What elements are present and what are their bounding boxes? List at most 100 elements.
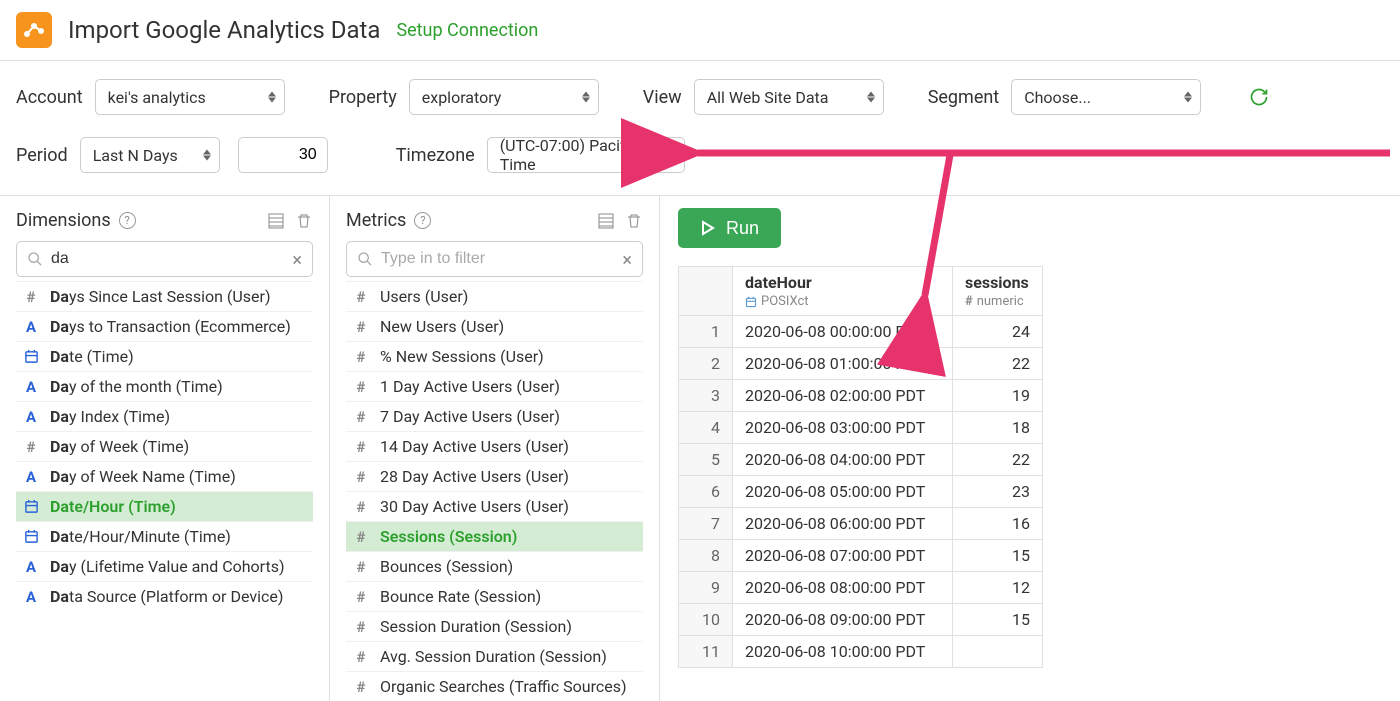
list-item[interactable]: # Sessions (Session) [346, 521, 643, 551]
item-label: 30 Day Active Users (User) [380, 497, 569, 516]
play-icon [700, 220, 716, 236]
cell-sessions: 23 [953, 476, 1043, 508]
refresh-icon[interactable] [1249, 87, 1269, 107]
cell-sessions: 22 [953, 444, 1043, 476]
item-label: Sessions (Session) [380, 527, 517, 546]
hash-icon: # [352, 558, 370, 576]
row-number: 10 [679, 604, 733, 636]
cell-datehour: 2020-06-08 05:00:00 PDT [733, 476, 953, 508]
metrics-search-input[interactable] [381, 250, 612, 268]
list-item[interactable]: #Avg. Session Duration (Session) [346, 641, 643, 671]
list-item[interactable]: #14 Day Active Users (User) [346, 431, 643, 461]
list-item[interactable]: #28 Day Active Users (User) [346, 461, 643, 491]
list-item[interactable]: A Day Index (Time) [16, 401, 313, 431]
dimensions-title: Dimensions [16, 210, 111, 231]
col-datehour-header[interactable]: dateHour POSIXct [733, 267, 953, 316]
item-label: Day of Week (Time) [50, 437, 189, 456]
timezone-label: Timezone [396, 145, 475, 166]
text-icon: A [22, 408, 40, 426]
property-label: Property [329, 87, 397, 108]
item-label: Avg. Session Duration (Session) [380, 647, 607, 666]
period-n-input[interactable] [238, 137, 328, 173]
item-label: 1 Day Active Users (User) [380, 377, 560, 396]
list-item[interactable]: #Session Duration (Session) [346, 611, 643, 641]
item-label: Date (Time) [50, 347, 134, 366]
list-item[interactable]: ADay of Week Name (Time) [16, 461, 313, 491]
list-item[interactable]: ADay of the month (Time) [16, 371, 313, 401]
list-item[interactable]: #7 Day Active Users (User) [346, 401, 643, 431]
cell-sessions: 24 [953, 316, 1043, 348]
list-item[interactable]: Date/Hour (Time) [16, 491, 313, 521]
row-number: 9 [679, 572, 733, 604]
dimensions-trash-icon[interactable] [295, 212, 313, 230]
cell-sessions [953, 636, 1043, 668]
cell-datehour: 2020-06-08 03:00:00 PDT [733, 412, 953, 444]
table-row: 72020-06-08 06:00:00 PDT16 [679, 508, 1043, 540]
list-item[interactable]: #Bounce Rate (Session) [346, 581, 643, 611]
list-item[interactable]: Date (Time) [16, 341, 313, 371]
table-row: 32020-06-08 02:00:00 PDT19 [679, 380, 1043, 412]
item-label: Day Index (Time) [50, 407, 170, 426]
item-label: Day (Lifetime Value and Cohorts) [50, 557, 285, 576]
hash-icon: # [352, 438, 370, 456]
item-label: Bounces (Session) [380, 557, 513, 576]
dimensions-list-icon[interactable] [267, 212, 285, 230]
list-item[interactable]: # Bounces (Session) [346, 551, 643, 581]
item-label: Users (User) [380, 287, 468, 306]
table-row: 62020-06-08 05:00:00 PDT23 [679, 476, 1043, 508]
list-item[interactable]: #New Users (User) [346, 311, 643, 341]
list-item[interactable]: ADay (Lifetime Value and Cohorts) [16, 551, 313, 581]
hash-icon: # [352, 378, 370, 396]
list-item[interactable]: # Users (User) [346, 281, 643, 311]
list-item[interactable]: #% New Sessions (User) [346, 341, 643, 371]
hash-icon: # [352, 588, 370, 606]
cell-sessions: 16 [953, 508, 1043, 540]
metrics-trash-icon[interactable] [625, 212, 643, 230]
dimensions-search[interactable]: × [16, 241, 313, 277]
setup-connection-link[interactable]: Setup Connection [396, 20, 538, 41]
cell-datehour: 2020-06-08 04:00:00 PDT [733, 444, 953, 476]
list-item[interactable]: #30 Day Active Users (User) [346, 491, 643, 521]
table-row: 12020-06-08 00:00:00 PDT24 [679, 316, 1043, 348]
timezone-select[interactable]: (UTC-07:00) Pacific Time [487, 137, 685, 173]
item-label: Days Since Last Session (User) [50, 287, 271, 306]
list-item[interactable]: #1 Day Active Users (User) [346, 371, 643, 401]
row-number: 6 [679, 476, 733, 508]
view-select[interactable]: All Web Site Data [694, 79, 884, 115]
item-label: Date/Hour/Minute (Time) [50, 527, 231, 546]
list-item[interactable]: ADays to Transaction (Ecommerce) [16, 311, 313, 341]
cell-sessions: 15 [953, 604, 1043, 636]
hash-icon: # [22, 288, 40, 306]
metrics-list-icon[interactable] [597, 212, 615, 230]
segment-select[interactable]: Choose... [1011, 79, 1201, 115]
text-icon: A [22, 468, 40, 486]
period-select[interactable]: Last N Days [80, 137, 220, 173]
hash-icon: # [352, 528, 370, 546]
account-select[interactable]: kei's analytics [95, 79, 285, 115]
cell-datehour: 2020-06-08 01:00:00 PDT [733, 348, 953, 380]
dimensions-clear-icon[interactable]: × [292, 250, 302, 271]
dimensions-search-input[interactable] [51, 250, 282, 268]
metrics-search[interactable]: × [346, 241, 643, 277]
text-icon: A [22, 378, 40, 396]
dimensions-help-icon[interactable]: ? [119, 212, 136, 229]
cell-sessions: 22 [953, 348, 1043, 380]
list-item[interactable]: #Day of Week (Time) [16, 431, 313, 461]
list-item[interactable]: AData Source (Platform or Device) [16, 581, 313, 611]
metrics-help-icon[interactable]: ? [414, 212, 431, 229]
item-label: Date/Hour (Time) [50, 497, 176, 516]
property-select[interactable]: exploratory [409, 79, 599, 115]
col-sessions-header[interactable]: sessions #numeric [953, 267, 1043, 316]
item-label: Days to Transaction (Ecommerce) [50, 317, 291, 336]
metrics-clear-icon[interactable]: × [622, 250, 632, 271]
hash-icon: # [352, 288, 370, 306]
row-number: 4 [679, 412, 733, 444]
list-item[interactable]: # Days Since Last Session (User) [16, 281, 313, 311]
list-item[interactable]: Date/Hour/Minute (Time) [16, 521, 313, 551]
run-button[interactable]: Run [678, 208, 781, 248]
table-row: 92020-06-08 08:00:00 PDT12 [679, 572, 1043, 604]
item-label: 14 Day Active Users (User) [380, 437, 569, 456]
cell-sessions: 19 [953, 380, 1043, 412]
hash-icon: # [352, 348, 370, 366]
item-label: Session Duration (Session) [380, 617, 572, 636]
